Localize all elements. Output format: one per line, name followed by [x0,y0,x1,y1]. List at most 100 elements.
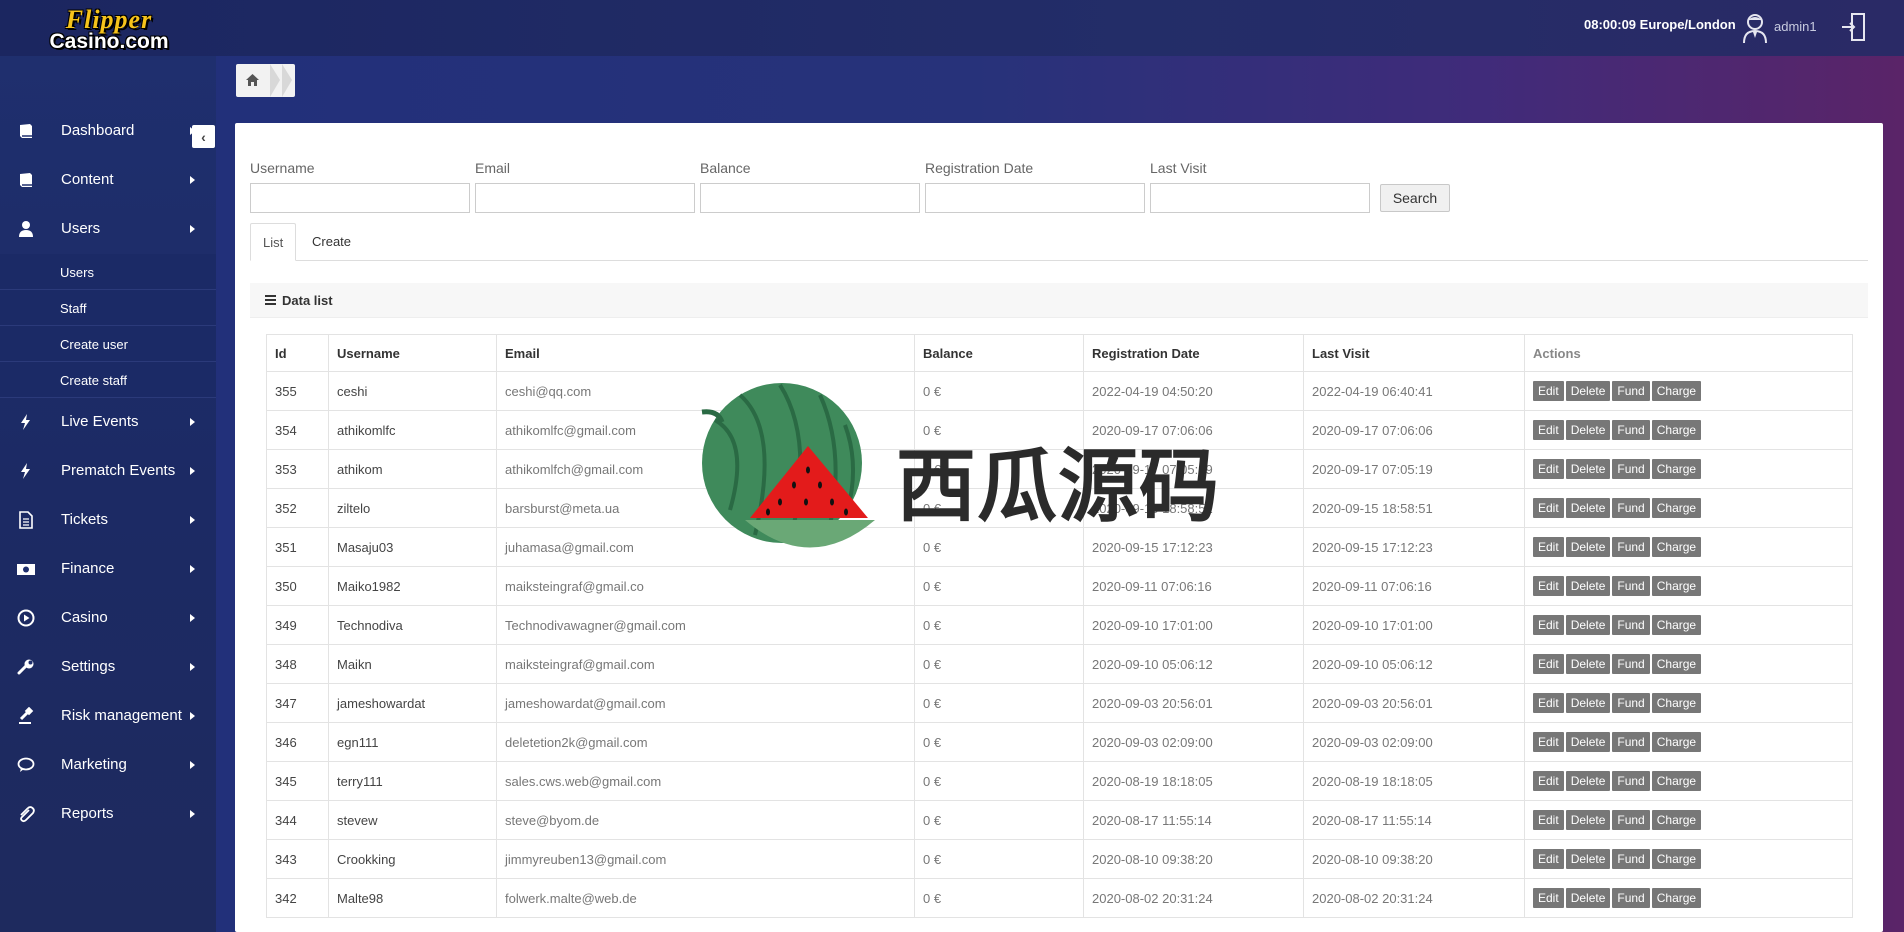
edit-button[interactable]: Edit [1533,498,1564,518]
fund-button[interactable]: Fund [1612,537,1650,557]
fund-button[interactable]: Fund [1612,849,1650,869]
sidebar-item-label: Tickets [61,511,108,528]
charge-button[interactable]: Charge [1651,849,1702,869]
edit-button[interactable]: Edit [1533,732,1564,752]
registration-date-filter-input[interactable] [925,183,1145,213]
charge-button[interactable]: Charge [1651,888,1702,908]
sidebar-item-users[interactable]: Users [0,205,216,254]
column-header-username[interactable]: Username [328,334,497,372]
cell-actions: Edit Delete Fund Charge [1524,644,1853,684]
fund-button[interactable]: Fund [1612,810,1650,830]
edit-button[interactable]: Edit [1533,615,1564,635]
edit-button[interactable]: Edit [1533,888,1564,908]
fund-button[interactable]: Fund [1612,576,1650,596]
delete-button[interactable]: Delete [1565,381,1611,401]
charge-button[interactable]: Charge [1651,459,1702,479]
charge-button[interactable]: Charge [1651,654,1702,674]
sidebar-subitem-create-user[interactable]: Create user [0,326,216,362]
logout-icon[interactable] [1840,12,1868,42]
delete-button[interactable]: Delete [1565,810,1611,830]
sidebar-item-live-events[interactable]: Live Events [0,398,216,447]
cell-actions: Edit Delete Fund Charge [1524,878,1853,918]
fund-button[interactable]: Fund [1612,654,1650,674]
charge-button[interactable]: Charge [1651,771,1702,791]
fund-button[interactable]: Fund [1612,771,1650,791]
edit-button[interactable]: Edit [1533,576,1564,596]
sidebar-item-marketing[interactable]: Marketing [0,741,216,790]
email-filter-input[interactable] [475,183,695,213]
fund-button[interactable]: Fund [1612,888,1650,908]
delete-button[interactable]: Delete [1565,732,1611,752]
column-header-id[interactable]: Id [266,334,329,372]
edit-button[interactable]: Edit [1533,420,1564,440]
sidebar-item-dashboard[interactable]: Dashboard [0,107,216,156]
delete-button[interactable]: Delete [1565,615,1611,635]
cell-balance: 0 € [914,605,1084,645]
home-icon[interactable] [246,74,259,86]
cell-last-visit: 2022-04-19 06:40:41 [1303,371,1525,411]
edit-button[interactable]: Edit [1533,849,1564,869]
charge-button[interactable]: Charge [1651,498,1702,518]
sidebar-subitem-users[interactable]: Users [0,254,216,290]
sidebar-item-reports[interactable]: Reports [0,790,216,839]
charge-button[interactable]: Charge [1651,576,1702,596]
edit-button[interactable]: Edit [1533,654,1564,674]
column-header-last-visit[interactable]: Last Visit [1303,334,1525,372]
tab-list[interactable]: List [250,223,296,261]
edit-button[interactable]: Edit [1533,693,1564,713]
cell-email: jameshowardat@gmail.com [496,683,915,723]
edit-button[interactable]: Edit [1533,381,1564,401]
sidebar-item-risk-management[interactable]: Risk management [0,692,216,741]
sidebar-item-content[interactable]: Content [0,156,216,205]
edit-button[interactable]: Edit [1533,459,1564,479]
charge-button[interactable]: Charge [1651,537,1702,557]
charge-button[interactable]: Charge [1651,810,1702,830]
cell-registration-date: 2020-08-02 20:31:24 [1083,878,1304,918]
search-button[interactable]: Search [1380,184,1450,212]
delete-button[interactable]: Delete [1565,654,1611,674]
sidebar-item-casino[interactable]: Casino [0,594,216,643]
user-avatar-icon[interactable] [1742,12,1768,44]
charge-button[interactable]: Charge [1651,420,1702,440]
edit-button[interactable]: Edit [1533,771,1564,791]
sidebar-item-label: Prematch Events [61,462,176,479]
sidebar-subitem-label: Create user [60,337,128,352]
sidebar-item-label: Live Events [61,413,139,430]
username-filter-input[interactable] [250,183,470,213]
fund-button[interactable]: Fund [1612,459,1650,479]
cell-actions: Edit Delete Fund Charge [1524,722,1853,762]
delete-button[interactable]: Delete [1565,888,1611,908]
fund-button[interactable]: Fund [1612,693,1650,713]
sidebar-item-settings[interactable]: Settings [0,643,216,692]
sidebar-subitem-staff[interactable]: Staff [0,290,216,326]
balance-filter-input[interactable] [700,183,920,213]
delete-button[interactable]: Delete [1565,420,1611,440]
fund-button[interactable]: Fund [1612,420,1650,440]
fund-button[interactable]: Fund [1612,615,1650,635]
sidebar-item-finance[interactable]: Finance [0,545,216,594]
sidebar-subitem-create-staff[interactable]: Create staff [0,362,216,398]
fund-button[interactable]: Fund [1612,732,1650,752]
sidebar-item-tickets[interactable]: Tickets [0,496,216,545]
charge-button[interactable]: Charge [1651,693,1702,713]
delete-button[interactable]: Delete [1565,459,1611,479]
fund-button[interactable]: Fund [1612,498,1650,518]
breadcrumb-separator [282,64,292,97]
current-username[interactable]: admin1 [1774,19,1817,34]
charge-button[interactable]: Charge [1651,381,1702,401]
delete-button[interactable]: Delete [1565,498,1611,518]
last-visit-filter-input[interactable] [1150,183,1370,213]
casino-logo[interactable]: Flipper Casino.com [34,4,184,54]
delete-button[interactable]: Delete [1565,771,1611,791]
delete-button[interactable]: Delete [1565,849,1611,869]
charge-button[interactable]: Charge [1651,615,1702,635]
delete-button[interactable]: Delete [1565,537,1611,557]
tab-create[interactable]: Create [312,234,351,249]
edit-button[interactable]: Edit [1533,537,1564,557]
charge-button[interactable]: Charge [1651,732,1702,752]
edit-button[interactable]: Edit [1533,810,1564,830]
delete-button[interactable]: Delete [1565,576,1611,596]
fund-button[interactable]: Fund [1612,381,1650,401]
sidebar-item-prematch-events[interactable]: Prematch Events [0,447,216,496]
delete-button[interactable]: Delete [1565,693,1611,713]
